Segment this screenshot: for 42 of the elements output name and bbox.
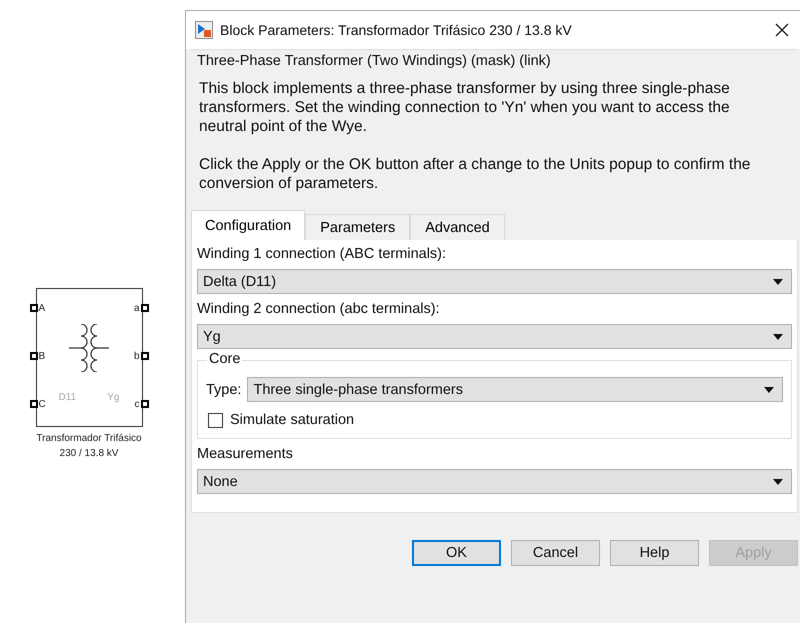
dialog-button[interactable]: Help: [610, 540, 699, 566]
port-label: b: [134, 350, 140, 362]
port-icon: [30, 305, 36, 311]
dropdown[interactable]: Yg: [197, 324, 792, 349]
group-title: Three-Phase Transformer (Two Windings) (mask) (link): [197, 53, 552, 69]
dropdown-arrow-icon: [773, 278, 783, 284]
dropdown[interactable]: None: [197, 469, 792, 494]
close-icon: [775, 23, 789, 37]
winding-label: Yg: [107, 392, 120, 403]
field-label: Winding 2 connection (abc terminals):: [197, 301, 441, 317]
dropdown-arrow-icon: [773, 478, 783, 484]
dialog-button[interactable]: OK: [412, 540, 501, 566]
port-label: B: [38, 350, 46, 362]
field-label: Measurements: [197, 446, 294, 462]
app-icon: [195, 21, 213, 39]
field-label: Winding 1 connection (ABC terminals):: [197, 246, 448, 262]
dropdown-arrow-icon: [764, 386, 774, 392]
port-icon: [142, 305, 148, 311]
port-icon: [30, 353, 36, 359]
port-label: C: [38, 398, 46, 410]
block-name-line: Transformador Trifásico: [36, 432, 142, 446]
port-icon: [30, 401, 36, 407]
field-label: Type:: [206, 382, 242, 398]
transformer-coil-icon: [68, 324, 108, 372]
winding-label: D11: [58, 392, 76, 403]
tab[interactable]: Configuration: [191, 210, 306, 240]
tab[interactable]: Advanced: [410, 214, 505, 240]
tab[interactable]: Parameters: [305, 214, 410, 240]
dropdown-arrow-icon: [773, 334, 783, 340]
dropdown[interactable]: Delta (D11): [197, 269, 792, 294]
dropdown[interactable]: Three single-phase transformers: [247, 377, 783, 402]
port-label: A: [38, 302, 46, 314]
port-icon: [142, 353, 148, 359]
block-name-line: 230 / 13.8 kV: [58, 447, 120, 461]
port-label: c: [134, 398, 140, 410]
port-icon: [142, 401, 148, 407]
description-text: Click the Apply or the OK button after a change to the Units popup to confirm the conversion of parameters.: [199, 155, 752, 193]
description-text: This block implements a three-phase transformer by using three single-phase transformers. Set the winding connection to 'Yn' when you want to access the neutral point of the Wye.: [199, 79, 731, 136]
port-label: a: [134, 302, 140, 314]
window-title: Block Parameters: Transformador Trifásico 230 / 13.8 kV: [220, 22, 573, 38]
dialog-button[interactable]: Cancel: [511, 540, 600, 566]
checkbox[interactable]: Simulate saturation: [206, 412, 354, 428]
